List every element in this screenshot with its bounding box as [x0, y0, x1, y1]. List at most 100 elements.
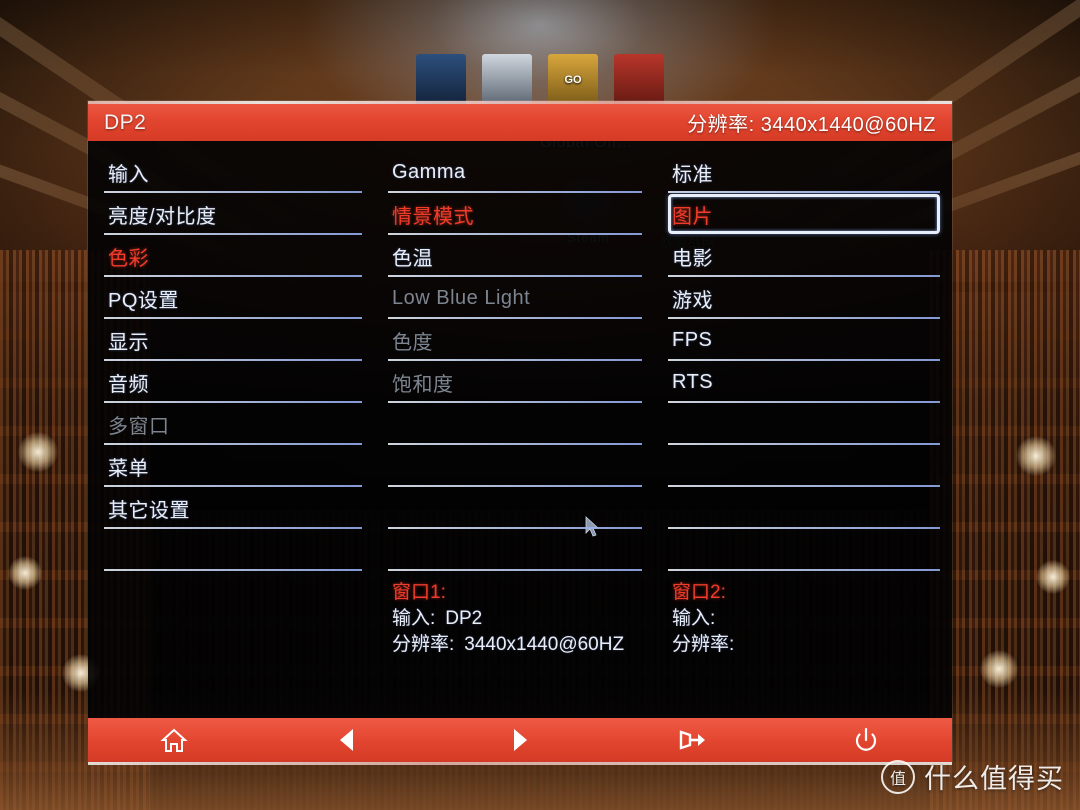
osd-toolbar: [88, 718, 952, 765]
row-divider: [388, 401, 642, 403]
option-label: 图片: [672, 205, 713, 228]
overwatch-tile[interactable]: [482, 54, 532, 106]
osd-body: 输入 亮度/对比度 色彩 PQ设置 显示 音频 多窗口 菜单 其它设置 Gamm…: [88, 141, 952, 718]
triangle-right-icon: [513, 729, 527, 751]
row-divider: [388, 275, 642, 277]
tile-caption: [482, 54, 532, 106]
submenu-item-label: 饱和度: [392, 373, 454, 396]
menu-item-color[interactable]: 色彩: [104, 235, 362, 277]
menu-item-other-settings[interactable]: 其它设置: [104, 487, 362, 529]
submenu-item-color-temp[interactable]: 色温: [388, 235, 642, 277]
csgo-tile[interactable]: GO: [548, 54, 598, 106]
triangle-left-icon: [340, 729, 354, 751]
menu-item-label: 菜单: [108, 457, 149, 480]
menu-item-label: 其它设置: [108, 499, 190, 522]
option-picture[interactable]: 图片: [668, 193, 940, 235]
option-standard[interactable]: 标准: [668, 151, 940, 193]
submenu-item-hue[interactable]: 色度: [388, 319, 642, 361]
option-rts[interactable]: RTS: [668, 361, 940, 403]
home-button[interactable]: [88, 718, 261, 762]
power-button[interactable]: [779, 718, 952, 762]
menu-column-right: 标准 图片 电影 游戏 FPS RTS: [656, 141, 952, 718]
option-label: 游戏: [672, 289, 713, 312]
previous-button[interactable]: [261, 718, 434, 762]
menu-item-menu[interactable]: 菜单: [104, 445, 362, 487]
menu-item-pq-settings[interactable]: PQ设置: [104, 277, 362, 319]
row-divider: [104, 233, 362, 235]
resolution-label: 分辨率: 3440x1440@60HZ: [687, 114, 936, 136]
submenu-item-gamma[interactable]: Gamma: [388, 151, 642, 193]
option-fps[interactable]: FPS: [668, 319, 940, 361]
submenu-item-empty: [388, 445, 642, 487]
watermark-text: 什么值得买: [924, 764, 1064, 794]
row-divider: [388, 191, 642, 193]
submenu-item-label: 色温: [392, 247, 433, 270]
row-divider: [388, 359, 642, 361]
submenu-item-empty: [388, 529, 642, 571]
lamp-glow: [8, 556, 42, 590]
dota-tile[interactable]: [614, 54, 664, 106]
row-divider: [104, 359, 362, 361]
row-divider: [104, 485, 362, 487]
row-divider: [104, 527, 362, 529]
watermark-logo-icon: 值: [881, 759, 915, 794]
row-divider: [668, 569, 940, 571]
menu-item-audio[interactable]: 音频: [104, 361, 362, 403]
menu-item-display[interactable]: 显示: [104, 319, 362, 361]
osd-header-bar: DP2 分辨率: 3440x1440@60HZ: [88, 104, 952, 141]
menu-item-brightness-contrast[interactable]: 亮度/对比度: [104, 193, 362, 235]
submenu-item-label: 色度: [392, 331, 433, 354]
menu-item-multiwindow[interactable]: 多窗口: [104, 403, 362, 445]
submenu-item-empty: [388, 571, 642, 613]
option-label: 标准: [672, 163, 713, 186]
lamp-glow: [1036, 560, 1070, 594]
option-empty: [668, 445, 940, 487]
option-game[interactable]: 游戏: [668, 277, 940, 319]
row-divider: [104, 275, 362, 277]
submenu-item-label: Low Blue Light: [392, 286, 531, 309]
option-movie[interactable]: 电影: [668, 235, 940, 277]
option-empty: [668, 571, 940, 613]
row-divider: [668, 191, 940, 193]
row-divider: [668, 275, 940, 277]
tile-caption: GO: [564, 74, 582, 86]
row-divider: [388, 485, 642, 487]
row-divider: [388, 317, 642, 319]
submenu-item-low-blue-light[interactable]: Low Blue Light: [388, 277, 642, 319]
next-button[interactable]: [434, 718, 607, 762]
menu-item-input[interactable]: 输入: [104, 151, 362, 193]
submenu-item-saturation[interactable]: 饱和度: [388, 361, 642, 403]
row-divider: [104, 443, 362, 445]
menu-item-label: 多窗口: [108, 415, 170, 438]
option-label: RTS: [672, 370, 714, 393]
row-divider: [668, 485, 940, 487]
row-divider: [104, 191, 362, 193]
input-source-label: DP2: [104, 110, 147, 134]
home-icon: [160, 728, 188, 752]
left-4-dead-tile[interactable]: [416, 54, 466, 106]
lamp-glow: [18, 432, 58, 472]
row-divider: [668, 401, 940, 403]
option-empty: [668, 403, 940, 445]
submenu-item-label: 情景模式: [392, 205, 474, 228]
row-divider: [388, 569, 642, 571]
monitor-osd-panel: DP2 分辨率: 3440x1440@60HZ 输入 亮度/对比度 色彩 PQ设…: [88, 101, 952, 765]
exit-button[interactable]: [606, 718, 779, 762]
exit-arrow-icon: [679, 730, 705, 750]
option-label: FPS: [672, 328, 713, 351]
menu-item-label: PQ设置: [108, 289, 179, 312]
steam-game-tiles: GO: [0, 50, 1080, 106]
row-divider: [104, 401, 362, 403]
menu-column-middle: Gamma 情景模式 色温 Low Blue Light 色度 饱和度: [376, 141, 656, 718]
tile-caption: [614, 54, 664, 106]
menu-item-empty: [104, 529, 362, 571]
row-divider: [104, 317, 362, 319]
submenu-item-empty: [388, 487, 642, 529]
row-divider: [668, 527, 940, 529]
submenu-item-label: Gamma: [392, 160, 466, 183]
row-divider: [668, 359, 940, 361]
option-empty: [668, 529, 940, 571]
submenu-item-picture-mode[interactable]: 情景模式: [388, 193, 642, 235]
row-divider: [104, 569, 362, 571]
menu-item-label: 色彩: [108, 247, 149, 270]
